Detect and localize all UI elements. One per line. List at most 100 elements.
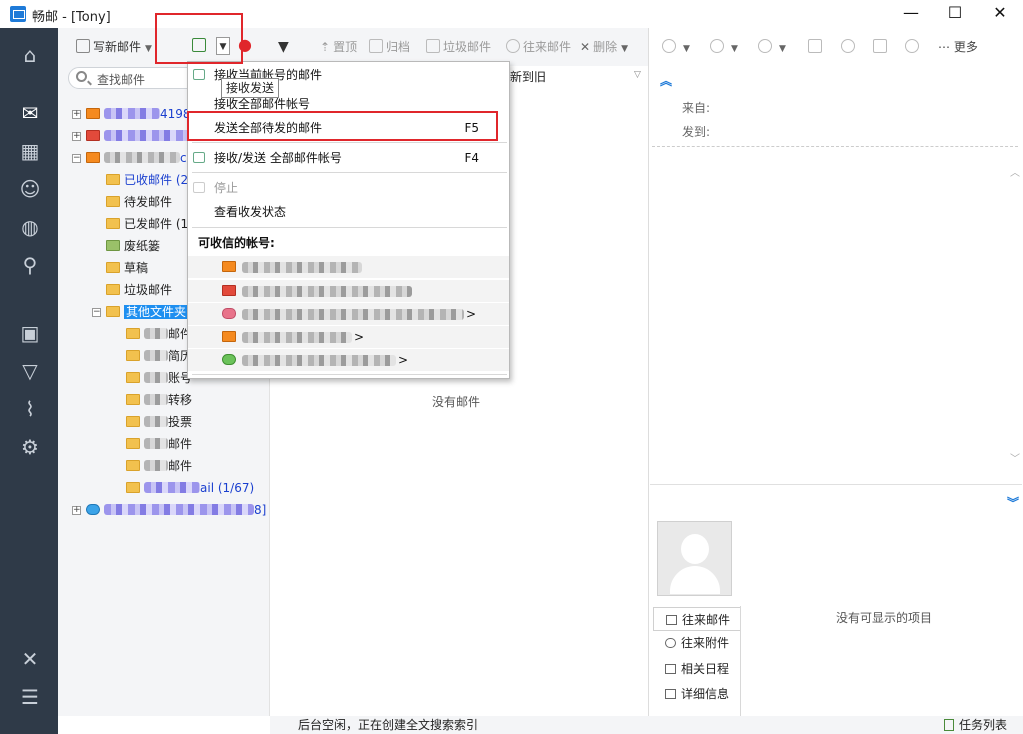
expand-account-1[interactable]: + — [72, 110, 81, 119]
delete-button[interactable]: ✕ 删除 ▼ — [580, 38, 628, 56]
search-icon[interactable]: ⚲ — [17, 252, 43, 278]
redacted-text — [242, 262, 362, 273]
folder-drafts[interactable]: 草稿 — [106, 258, 148, 278]
subfolder-item[interactable]: 简历 — [126, 346, 192, 366]
menu-account-item[interactable] — [188, 256, 509, 278]
translate-button[interactable] — [873, 38, 890, 56]
menu-account-item[interactable] — [188, 280, 509, 302]
task-list-button[interactable]: 任务列表 — [944, 716, 1007, 734]
compose-button[interactable]: 写新邮件 ▼ — [76, 38, 152, 56]
folder-label: 其他文件夹 — [124, 305, 189, 319]
tab-details[interactable]: 详细信息 — [653, 682, 740, 706]
menu-item-view-status[interactable]: 查看收发状态 — [188, 201, 509, 223]
thread-label: 往来邮件 — [523, 40, 572, 54]
folder-sent[interactable]: 已发邮件 (1 — [106, 214, 188, 234]
spam-label: 垃圾邮件 — [443, 40, 492, 54]
tab-related-mail[interactable]: 往来邮件 — [653, 607, 740, 631]
delete-icon: ✕ — [580, 40, 591, 54]
menu-item-stop[interactable]: 停止 — [188, 177, 509, 199]
archive-button[interactable]: 归档 — [369, 38, 410, 56]
folder-label: 已发邮件 (1 — [124, 217, 189, 231]
calendar-icon[interactable]: ▦ — [17, 138, 43, 164]
account-row-3[interactable]: cn — [86, 148, 194, 168]
sort-dropdown-icon[interactable]: ▽ — [634, 70, 641, 80]
folder-trash[interactable]: 废纸篓 — [106, 236, 160, 256]
subfolder-item[interactable]: 投票 — [126, 412, 192, 432]
folder-icon — [126, 460, 140, 471]
folder-inbox[interactable]: 已收邮件 (2 — [106, 170, 188, 190]
filter-icon[interactable]: ▼ — [278, 38, 289, 56]
account-row-4[interactable]: 8] — [86, 500, 266, 520]
delete-label: 删除 — [593, 40, 618, 54]
thread-button[interactable]: 往来邮件 — [506, 38, 571, 56]
attachment-icon[interactable]: ⌇ — [17, 396, 43, 422]
home-icon[interactable]: ⌂ — [17, 42, 43, 68]
filter-icon[interactable]: ▽ — [17, 358, 43, 384]
print-button[interactable] — [808, 38, 825, 56]
reply-button[interactable]: ▼ — [662, 38, 690, 56]
folder-outbox[interactable]: 待发邮件 — [106, 192, 172, 212]
maximize-button[interactable]: ☐ — [932, 0, 978, 28]
tools-icon[interactable]: ✕ — [17, 646, 43, 672]
menu-account-item[interactable]: > — [188, 349, 509, 371]
reading-scrollbar[interactable]: ︿ ﹀ — [1010, 164, 1022, 465]
spam-button[interactable]: 垃圾邮件 — [426, 38, 491, 56]
scroll-up-icon[interactable]: ︿ — [1010, 164, 1020, 179]
collapse-header-icon[interactable]: ︽ — [660, 72, 672, 89]
sort-order-label[interactable]: 新到旧 — [510, 68, 546, 85]
account-icon — [222, 354, 236, 365]
expand-account-2[interactable]: + — [72, 132, 81, 141]
menu-list-icon[interactable]: ☰ — [17, 684, 43, 710]
subfolder-label: ail (1/67) — [200, 481, 255, 495]
menu-item-send-receive-all[interactable]: 接收/发送 全部邮件帐号 F4 — [188, 147, 509, 169]
expand-panel-icon[interactable]: ︾ — [1007, 494, 1019, 511]
contacts-icon[interactable]: ☺ — [17, 176, 43, 202]
expand-account-4[interactable]: + — [72, 506, 81, 515]
collapse-other-folders[interactable]: − — [92, 308, 101, 317]
globe-icon[interactable]: ◍ — [17, 214, 43, 240]
subfolder-item[interactable]: 邮件 — [126, 456, 192, 476]
subfolder-item[interactable]: 邮件 — [126, 434, 192, 454]
reply-all-button[interactable]: ▼ — [710, 38, 738, 56]
zoom-icon — [905, 39, 919, 53]
zoom-button[interactable] — [905, 38, 922, 56]
tab-related-attachments[interactable]: 往来附件 — [653, 631, 740, 655]
mail-icon[interactable]: ✉ — [17, 100, 43, 126]
more-button[interactable]: ⋯ 更多 — [938, 38, 978, 56]
folder-other[interactable]: 其他文件夹 — [106, 302, 189, 322]
folder-icon — [126, 372, 140, 383]
menu-account-item[interactable]: > — [188, 326, 509, 348]
scroll-down-icon[interactable]: ﹀ — [1010, 450, 1020, 465]
account-row-2[interactable] — [86, 126, 196, 146]
refresh-button[interactable] — [841, 38, 858, 56]
paperclip-icon — [665, 638, 676, 648]
compose-label: 写新邮件 — [93, 40, 142, 54]
translate-icon — [873, 39, 887, 53]
account-row-1[interactable]: 4198.c — [86, 104, 201, 124]
settings-gear-icon[interactable]: ⚙ — [17, 434, 43, 460]
account-icon — [86, 108, 100, 119]
subfolder-item[interactable]: 邮件 — [126, 324, 192, 344]
redacted-text — [104, 108, 160, 119]
collapse-account-3[interactable]: − — [72, 154, 81, 163]
tab-related-schedule[interactable]: 相关日程 — [653, 657, 740, 681]
minimize-button[interactable]: — — [888, 0, 934, 28]
send-receive-menu: 接收当前帐号的邮件 接收全部邮件帐号 发送全部待发的邮件 F5 接收/发送 全部邮… — [187, 61, 510, 379]
tab-label: 往来邮件 — [682, 613, 731, 627]
menu-account-item[interactable]: > — [188, 303, 509, 325]
calendar-icon — [665, 664, 676, 674]
folder-icon — [106, 284, 120, 295]
folder-label: 已收邮件 (2 — [124, 173, 189, 187]
folder-spam[interactable]: 垃圾邮件 — [106, 280, 172, 300]
subfolder-item[interactable]: 账号 — [126, 368, 192, 388]
title-bar: 畅邮 - [Tony] — ☐ ✕ — [0, 0, 1023, 28]
close-button[interactable]: ✕ — [977, 0, 1023, 28]
subfolder-item[interactable]: 转移 — [126, 390, 192, 410]
contact-card-icon[interactable]: ▣ — [17, 320, 43, 346]
forward-button[interactable]: ▼ — [758, 38, 786, 56]
pin-button[interactable]: ⇡ 置顶 — [320, 38, 357, 56]
more-label: 更多 — [953, 40, 978, 54]
menu-separator — [192, 374, 507, 375]
subfolder-mail[interactable]: ail (1/67) — [126, 478, 254, 498]
redacted-text — [242, 286, 412, 297]
